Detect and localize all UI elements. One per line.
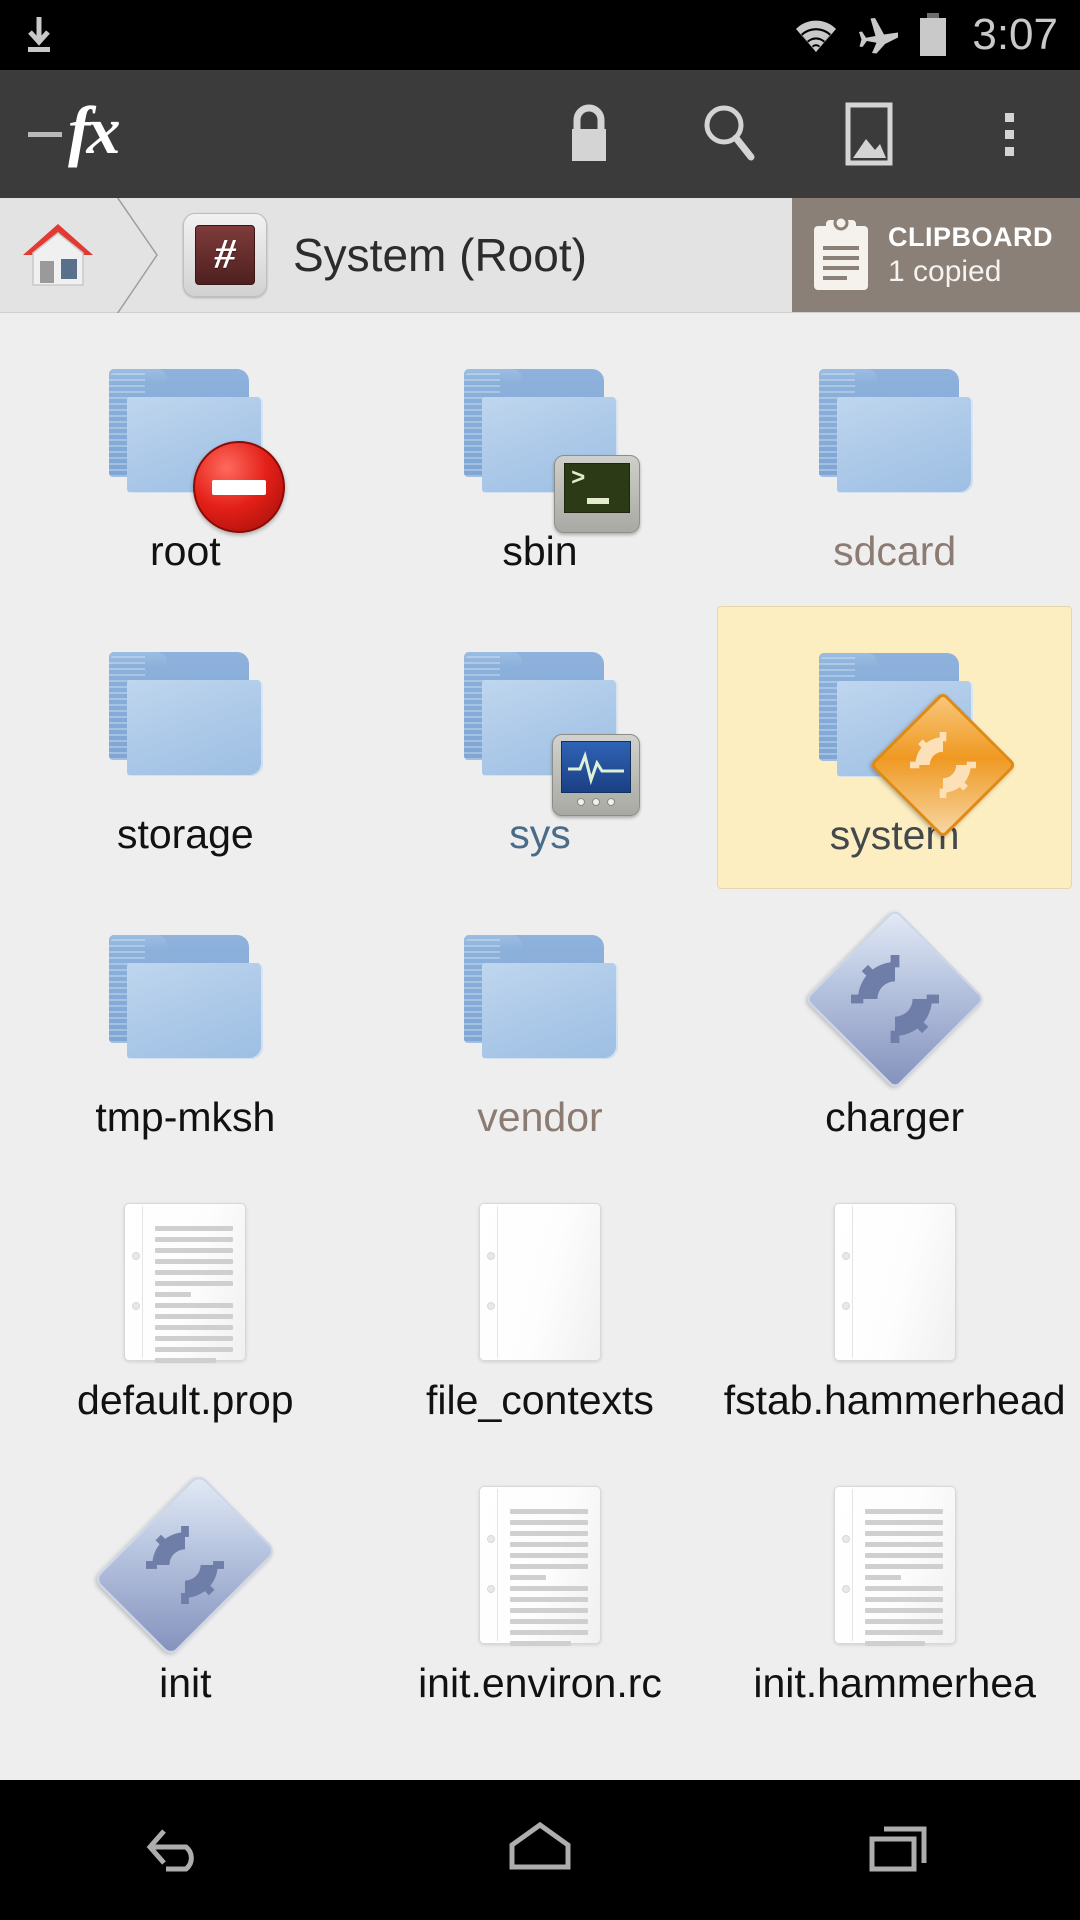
file-item[interactable]: sbin: [363, 323, 718, 606]
terminal-badge-icon: [553, 455, 640, 533]
file-item[interactable]: fstab.hammerhead: [717, 1172, 1072, 1455]
back-button[interactable]: [90, 1780, 270, 1920]
up-indicator-icon[interactable]: [28, 131, 62, 137]
file-item[interactable]: sdcard: [717, 323, 1072, 606]
file-thumbnail: [805, 1475, 985, 1655]
file-thumbnail: [450, 909, 630, 1089]
file-item[interactable]: init.environ.rc: [363, 1455, 718, 1738]
image-icon[interactable]: [836, 96, 902, 172]
search-icon[interactable]: [696, 96, 762, 172]
monitor-badge-icon: [551, 734, 640, 816]
file-label: charger: [825, 1094, 965, 1140]
wifi-icon: [792, 16, 840, 54]
root-badge-icon: #: [183, 213, 267, 297]
breadcrumb: # System (Root) CLIPBOARD 1 copied: [0, 198, 1080, 313]
download-icon: [22, 15, 56, 55]
stop-badge-icon: [193, 441, 286, 533]
file-thumbnail: [804, 908, 986, 1090]
file-item[interactable]: default.prop: [8, 1172, 363, 1455]
gear-diamond-badge-icon: [869, 691, 1017, 839]
airplane-mode-icon: [858, 15, 900, 55]
file-thumbnail: [805, 1192, 985, 1372]
file-thumbnail: [450, 1192, 630, 1372]
file-item[interactable]: tmp-mksh: [8, 889, 363, 1172]
breadcrumb-home-icon[interactable]: [0, 198, 115, 312]
document-icon: [833, 1203, 956, 1361]
file-label: init.environ.rc: [418, 1660, 662, 1706]
file-label: sdcard: [833, 528, 957, 574]
file-thumbnail: [805, 627, 1017, 839]
document-icon: [833, 1486, 956, 1646]
overflow-menu-icon[interactable]: [976, 96, 1042, 172]
file-thumbnail: [95, 909, 275, 1089]
file-thumbnail: [95, 626, 275, 806]
file-label: storage: [116, 811, 254, 857]
folder-icon: [105, 652, 265, 780]
clipboard-count: 1 copied: [888, 254, 1002, 288]
file-label: vendor: [477, 1094, 603, 1140]
file-label: sys: [509, 811, 571, 857]
file-label: system: [829, 812, 960, 858]
app-bar-actions: [556, 96, 1052, 172]
file-item[interactable]: vendor: [363, 889, 718, 1172]
file-thumbnail: [95, 343, 286, 533]
file-label: fstab.hammerhead: [723, 1377, 1066, 1423]
file-item[interactable]: init: [8, 1455, 363, 1738]
home-button[interactable]: [450, 1780, 630, 1920]
clipboard-icon: [810, 216, 872, 294]
file-item[interactable]: storage: [8, 606, 363, 889]
file-item[interactable]: system: [717, 606, 1072, 889]
document-icon: [478, 1203, 601, 1361]
executable-diamond-icon: [804, 908, 986, 1090]
file-label: init.hammerhea: [753, 1660, 1036, 1706]
file-label: init: [159, 1660, 212, 1706]
file-thumbnail: [450, 343, 640, 533]
status-bar-clock: 3:07: [972, 10, 1058, 59]
file-label: sbin: [502, 528, 578, 574]
file-label: root: [150, 528, 221, 574]
executable-diamond-icon: [93, 1473, 278, 1657]
folder-icon: [105, 935, 265, 1063]
folder-icon: [460, 935, 620, 1063]
breadcrumb-title: System (Root): [293, 229, 587, 281]
file-label: tmp-mksh: [95, 1094, 276, 1140]
lock-icon[interactable]: [556, 96, 622, 172]
file-thumbnail: [450, 626, 640, 816]
document-icon: [124, 1203, 247, 1363]
status-bar: 3:07: [0, 0, 1080, 70]
file-grid[interactable]: root sbin sdcard storage sys system tmp-mksh ve…: [0, 313, 1080, 1780]
folder-icon: [815, 369, 975, 497]
file-item[interactable]: root: [8, 323, 363, 606]
file-item[interactable]: init.hammerhea: [717, 1455, 1072, 1738]
root-badge-label: #: [195, 225, 255, 285]
file-item[interactable]: sys: [363, 606, 718, 889]
file-thumbnail: [95, 1192, 275, 1372]
clipboard-title: CLIPBOARD: [888, 221, 1053, 252]
file-label: default.prop: [77, 1377, 294, 1423]
app-bar: fx: [0, 70, 1080, 198]
fx-logo[interactable]: fx: [68, 96, 121, 164]
breadcrumb-separator: [115, 198, 179, 313]
file-item[interactable]: file_contexts: [363, 1172, 718, 1455]
file-label: file_contexts: [426, 1377, 654, 1423]
battery-icon: [918, 13, 948, 57]
clipboard-text: CLIPBOARD 1 copied: [888, 222, 1053, 289]
file-item[interactable]: charger: [717, 889, 1072, 1172]
document-icon: [478, 1486, 601, 1646]
recents-button[interactable]: [810, 1780, 990, 1920]
file-thumbnail: [93, 1473, 278, 1657]
phone-screen: 3:07 fx # System (Root) CLIPBOARD 1 copi…: [0, 0, 1080, 1920]
status-bar-right: 3:07: [792, 13, 1058, 57]
file-thumbnail: [805, 343, 985, 523]
clipboard-button[interactable]: CLIPBOARD 1 copied: [792, 198, 1080, 312]
file-thumbnail: [450, 1475, 630, 1655]
breadcrumb-current[interactable]: # System (Root): [179, 198, 792, 312]
system-navigation-bar: [0, 1780, 1080, 1920]
status-bar-left: [22, 15, 56, 55]
